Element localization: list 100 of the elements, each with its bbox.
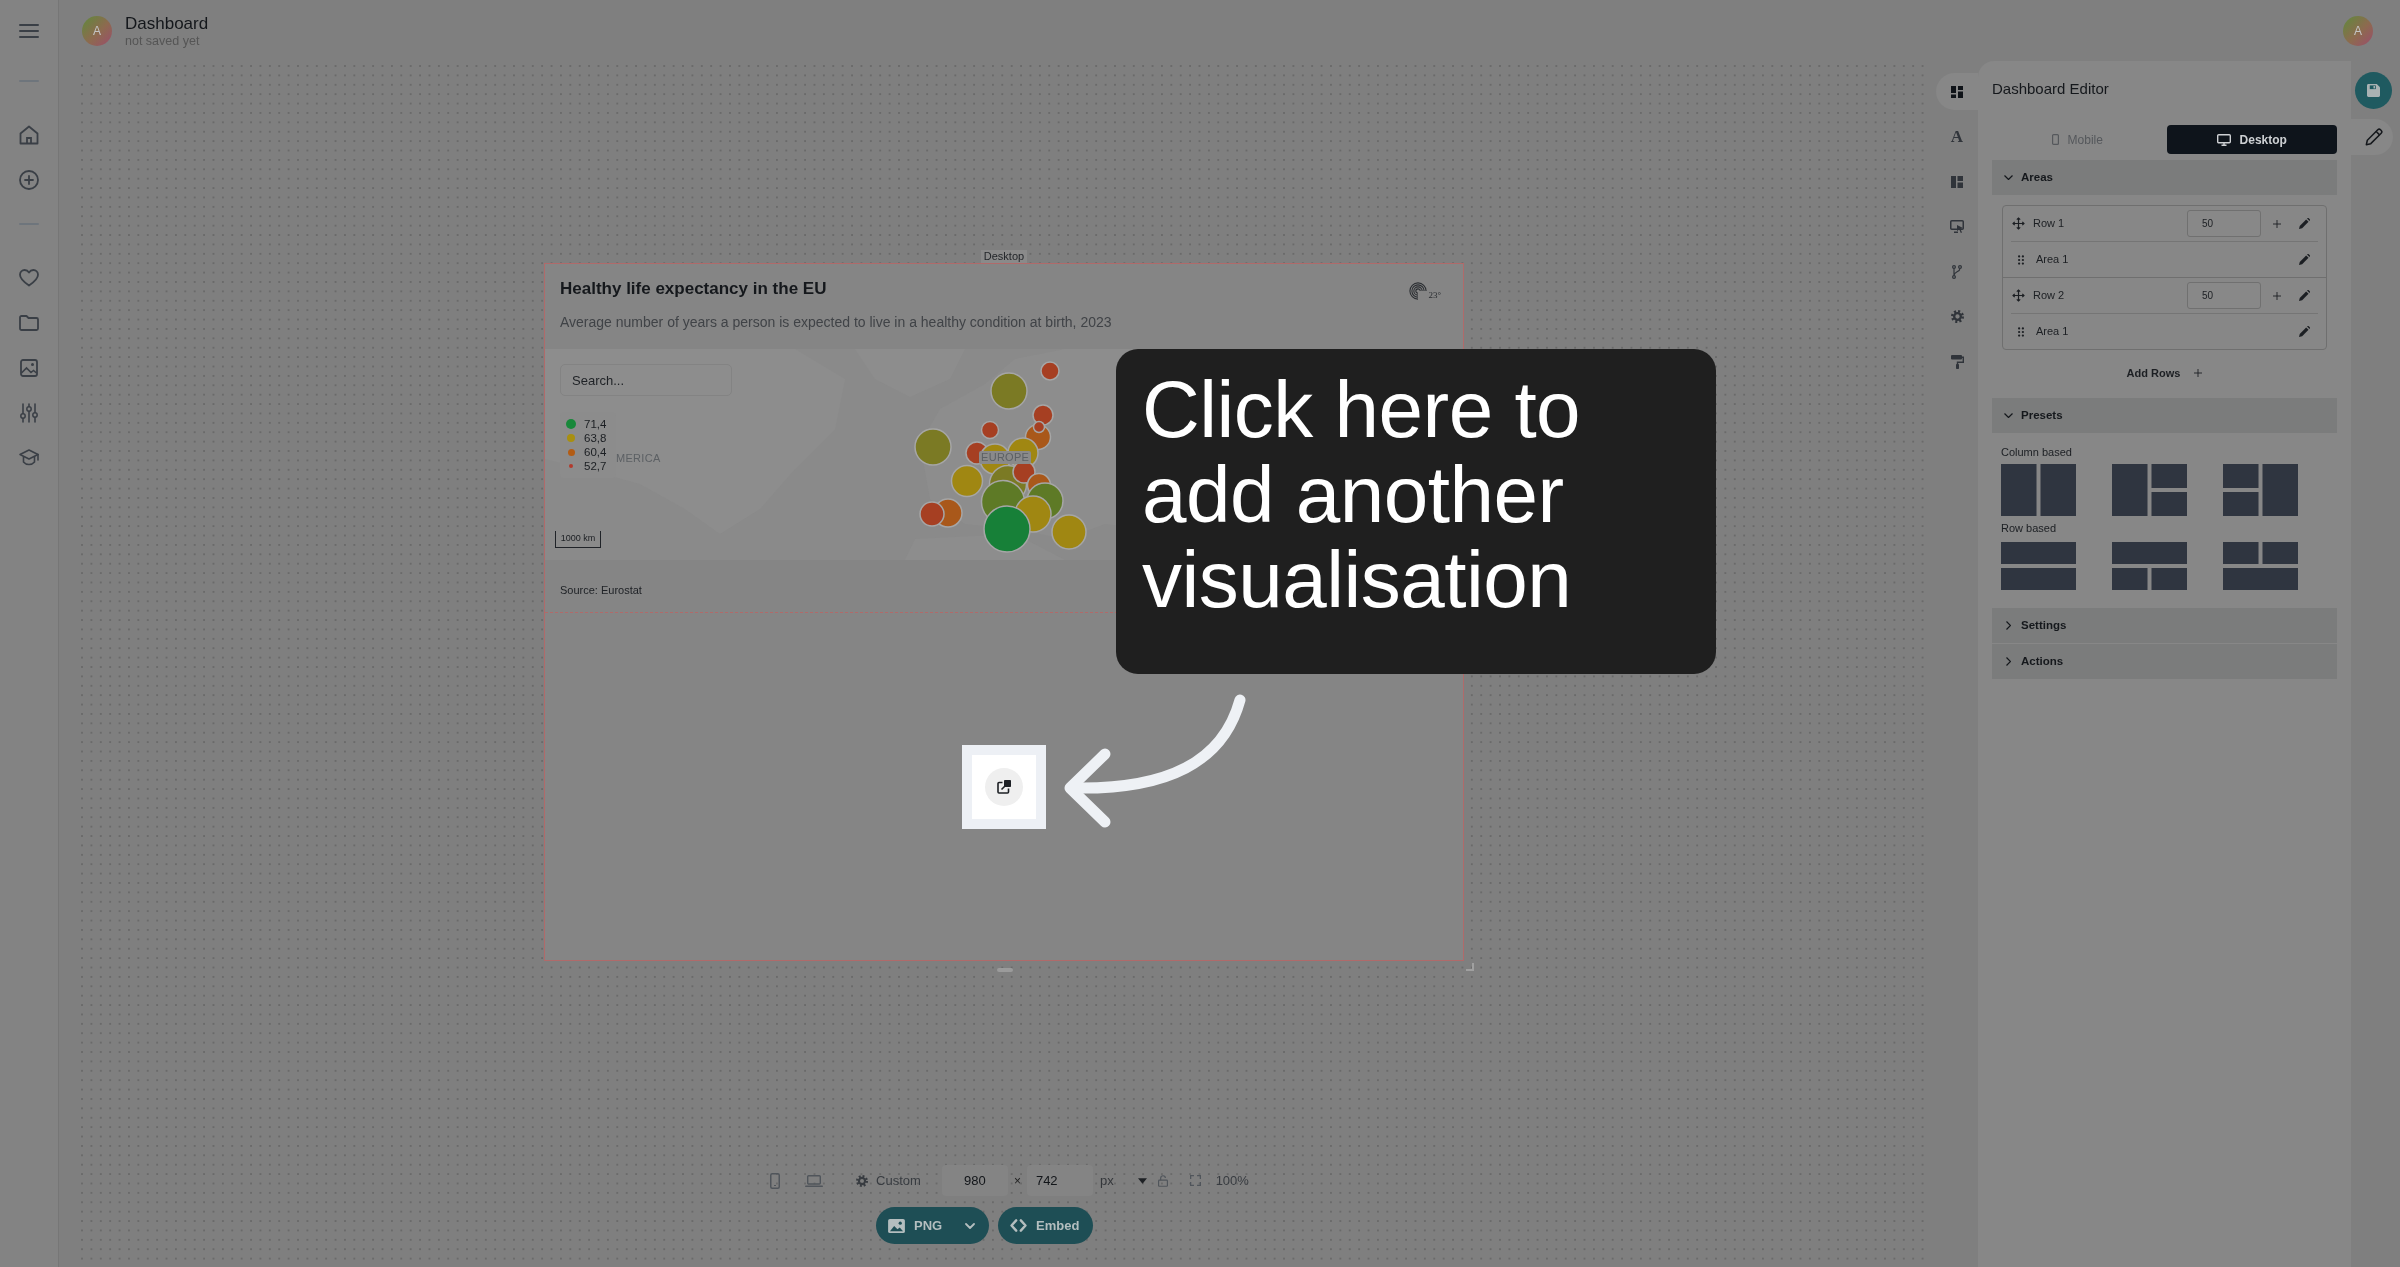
external-link-icon xyxy=(997,779,1011,794)
plus-icon[interactable] xyxy=(2273,291,2281,300)
phone-icon[interactable] xyxy=(770,1172,781,1189)
row-size-input[interactable]: 50 xyxy=(2187,282,2261,309)
chevron-right-icon xyxy=(2006,657,2011,666)
corner-resize-handle[interactable] xyxy=(1466,963,1474,971)
preset-dropdown[interactable]: Custom xyxy=(856,1170,921,1191)
panel-tab[interactable] xyxy=(1936,73,1978,110)
add-circle-icon[interactable] xyxy=(19,169,39,190)
sliders-icon[interactable] xyxy=(20,403,38,423)
map-bubble xyxy=(983,505,1031,553)
layout-preset-icon[interactable] xyxy=(2223,542,2298,590)
move-icon[interactable] xyxy=(2012,217,2025,230)
edit-mode-tab[interactable] xyxy=(2351,119,2393,155)
scale-bar: 1000 km xyxy=(555,531,601,548)
height-input[interactable]: 742 xyxy=(1026,1165,1093,1196)
layout-preset-icon[interactable] xyxy=(2112,464,2187,516)
lock-icon[interactable] xyxy=(1157,1174,1168,1187)
preset-group-label: Row based xyxy=(2001,521,2058,535)
laptop-icon[interactable] xyxy=(805,1174,824,1187)
chevron-down-icon xyxy=(965,1222,975,1229)
preset-group-label: Column based xyxy=(2001,445,2073,459)
gear-icon xyxy=(856,1174,869,1187)
unit-dropdown[interactable]: px xyxy=(1099,1170,1147,1191)
drag-handle-icon[interactable] xyxy=(2018,254,2024,265)
legend-label: 60,4 xyxy=(584,445,607,459)
map-bubble xyxy=(990,372,1028,410)
panel-tab[interactable]: A xyxy=(1936,118,1978,155)
source-text: Source: Eurostat xyxy=(559,584,643,597)
chart-title: Healthy life expectancy in the EU xyxy=(560,278,827,300)
phone-icon xyxy=(2051,134,2059,145)
pencil-icon[interactable] xyxy=(2299,290,2310,301)
logo-icon xyxy=(1409,282,1428,300)
chevron-down-icon xyxy=(2004,413,2013,418)
map-bubble xyxy=(1051,514,1087,550)
panel-title: Dashboard Editor xyxy=(1992,79,2110,98)
row-size-input[interactable]: 50 xyxy=(2187,210,2261,237)
row-label: Row 2 xyxy=(2033,288,2066,304)
embed-button[interactable]: Embed xyxy=(998,1207,1093,1244)
zoom-level: 100% xyxy=(1215,1171,1249,1190)
map-bubble xyxy=(1040,361,1060,381)
map-bubble xyxy=(950,464,984,498)
chart-subtitle: Average number of years a person is expected to live in a healthy condition at birth, 2023 xyxy=(559,313,1113,331)
image-icon xyxy=(888,1218,905,1233)
monitor-icon xyxy=(2216,133,2231,146)
area-label: Area 1 xyxy=(2036,324,2070,340)
legend-label: 63,8 xyxy=(584,431,607,445)
folder-icon[interactable] xyxy=(19,315,39,331)
section-header[interactable]: Settings xyxy=(1992,608,2337,643)
times-sign: × xyxy=(1013,1172,1021,1190)
graduation-cap-icon[interactable] xyxy=(19,449,39,467)
device-tab[interactable]: Desktop xyxy=(2166,125,2337,154)
dashboard-title: Dashboard xyxy=(125,13,209,33)
map-bubble xyxy=(919,501,945,527)
legend-label: 71,4 xyxy=(584,417,607,431)
legend-label: 52,7 xyxy=(584,459,607,473)
chevron-down-icon xyxy=(2004,175,2013,180)
tooltip: Click here to add another visualisation xyxy=(1116,349,1716,674)
layout-preset-icon[interactable] xyxy=(2112,542,2187,590)
gear-icon xyxy=(1950,310,1964,323)
branch-icon xyxy=(1952,264,1962,279)
expand-icon[interactable] xyxy=(1189,1175,1201,1186)
plus-icon[interactable] xyxy=(2273,219,2281,228)
add-rows-button[interactable]: Add Rows xyxy=(2126,364,2203,382)
save-button[interactable] xyxy=(2355,72,2392,109)
row-label: Row 1 xyxy=(2033,216,2066,232)
pencil-icon[interactable] xyxy=(2299,218,2310,229)
plus-icon xyxy=(2194,369,2203,377)
grid-icon xyxy=(1951,175,1963,188)
export-button[interactable]: PNG xyxy=(876,1207,989,1244)
chevron-right-icon xyxy=(2006,621,2011,630)
code-icon xyxy=(1010,1219,1027,1232)
frame-label: Desktop xyxy=(980,250,1028,263)
home-icon[interactable] xyxy=(19,124,39,145)
monitor-icon xyxy=(1950,220,1964,233)
section-header[interactable]: Areas xyxy=(1992,160,2337,195)
layout-preset-icon[interactable] xyxy=(2001,464,2076,516)
logo-text: 23° xyxy=(1428,291,1441,300)
section-header[interactable]: Actions xyxy=(1992,644,2337,679)
menu-icon[interactable] xyxy=(19,23,39,38)
pencil-icon xyxy=(2365,128,2383,146)
user-avatar[interactable]: A xyxy=(82,15,112,46)
layout-preset-icon[interactable] xyxy=(2223,464,2298,516)
add-visualisation-button[interactable] xyxy=(985,767,1023,806)
image-icon[interactable] xyxy=(20,359,38,377)
heart-icon[interactable] xyxy=(19,269,39,287)
layout-preset-icon[interactable] xyxy=(2001,542,2076,590)
map-bubble xyxy=(914,428,952,466)
drag-handle-icon[interactable] xyxy=(2018,326,2024,337)
paint-roller-icon xyxy=(1950,354,1964,369)
search-field[interactable]: Search... xyxy=(560,364,732,396)
caret-icon xyxy=(1137,1177,1147,1184)
area-label: Area 1 xyxy=(2036,252,2070,268)
section-header[interactable]: Presets xyxy=(1992,398,2337,433)
user-avatar[interactable]: A xyxy=(2343,15,2373,46)
width-input[interactable]: 980 xyxy=(941,1165,1008,1196)
pencil-icon[interactable] xyxy=(2299,326,2310,337)
move-icon[interactable] xyxy=(2012,289,2025,302)
dashboard-icon xyxy=(1951,85,1963,98)
pencil-icon[interactable] xyxy=(2299,254,2310,265)
